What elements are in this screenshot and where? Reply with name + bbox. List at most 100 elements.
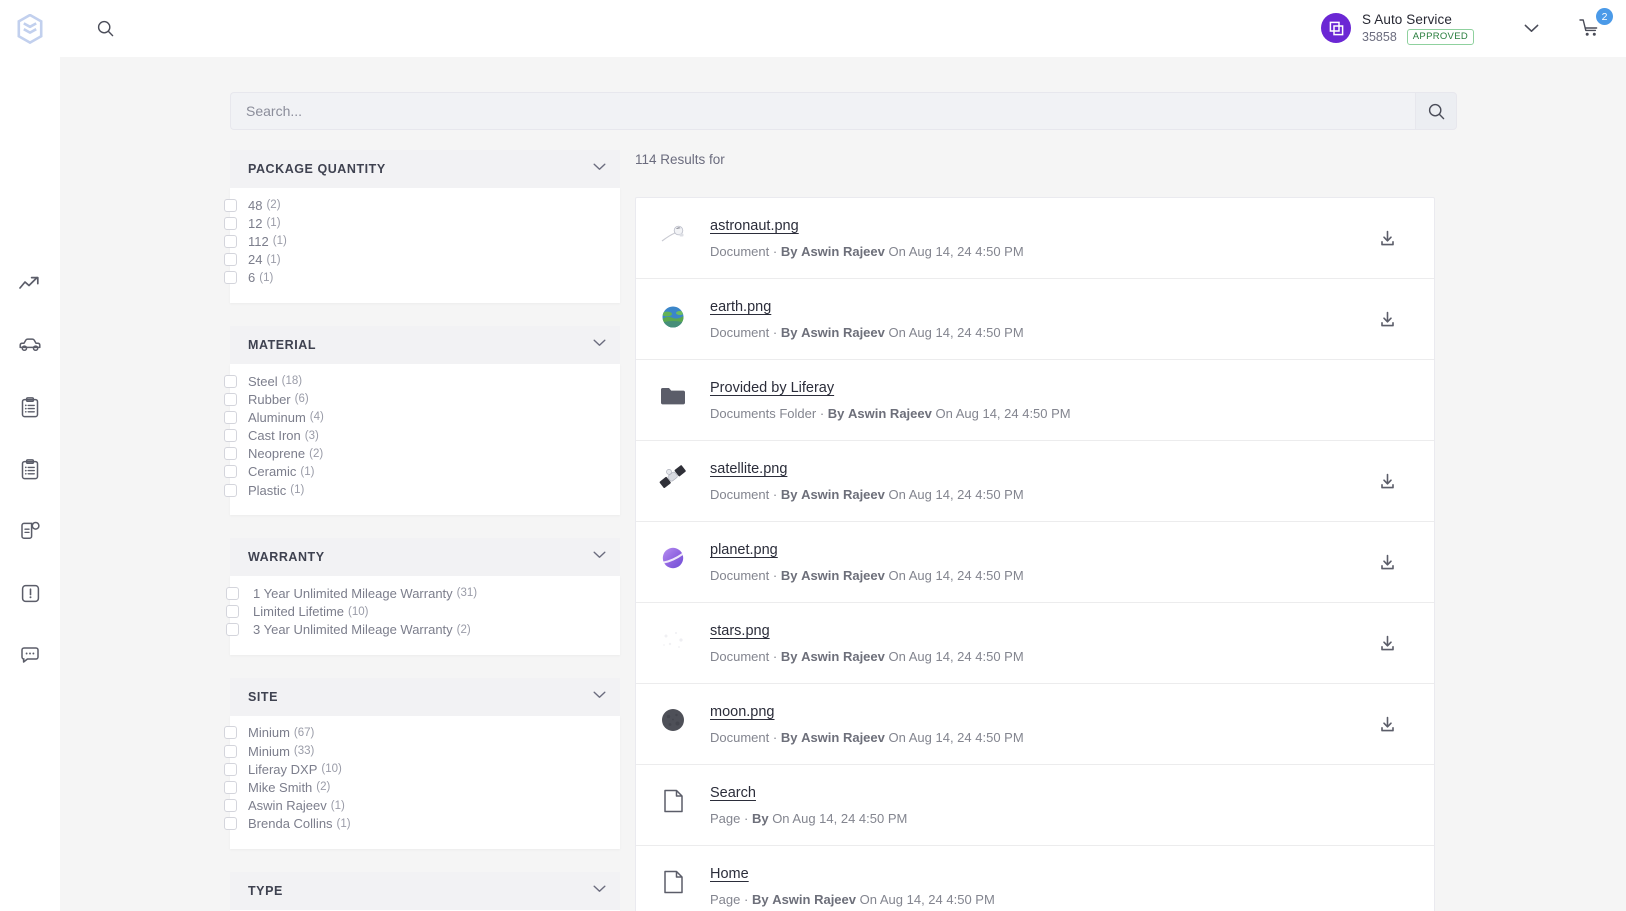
facet-option[interactable]: Limited Lifetime (10) [226,602,620,620]
sidebar-item-issues[interactable] [13,580,47,606]
result-item[interactable]: planet.png Document · By Aswin Rajeev On … [636,522,1434,603]
result-title-link[interactable]: Home [710,866,749,882]
facet-checkbox[interactable] [224,392,237,406]
sidebar-item-vehicles[interactable] [13,332,47,358]
download-button[interactable] [1376,551,1398,573]
facet-checkbox[interactable] [224,253,237,267]
download-button[interactable] [1376,308,1398,330]
search-input[interactable] [230,92,1415,130]
facet-header[interactable]: SITE [230,677,620,716]
facet-option[interactable]: Liferay DXP (10) [224,760,620,778]
facet-checkbox[interactable] [224,726,237,740]
facet-checkbox[interactable] [224,410,237,424]
facet-option[interactable]: Mike Smith (2) [224,778,620,796]
facet-option[interactable]: Ceramic (1) [224,463,620,481]
facet-option-count: (2) [316,781,331,794]
facet-option[interactable]: 12 (1) [224,214,620,232]
result-body: planet.png Document · By Aswin Rajeev On … [710,541,1434,583]
facet-checkbox[interactable] [224,465,237,479]
sidebar-item-analytics[interactable] [13,270,47,296]
facet-checkbox[interactable] [226,623,239,637]
facet-option[interactable]: 6 (1) [224,269,620,287]
facet-checkbox[interactable] [224,198,237,212]
result-item[interactable]: satellite.png Document · By Aswin Rajeev … [636,441,1434,522]
facet-header[interactable]: MATERIAL [230,325,620,364]
result-title-link[interactable]: moon.png [710,704,775,720]
facet-checkbox[interactable] [224,447,237,461]
search-icon [97,20,113,37]
facet-checkbox[interactable] [224,216,237,230]
account-selector[interactable]: S Auto Service 35858 APPROVED [1321,12,1474,46]
facet-option[interactable]: 1 Year Unlimited Mileage Warranty (31) [226,584,620,602]
result-title-link[interactable]: astronaut.png [710,218,799,234]
facet-checkbox[interactable] [224,234,237,248]
facet-option-label: Aluminum [248,409,306,425]
result-item[interactable]: stars.png Document · By Aswin Rajeev On A… [636,603,1434,684]
facet-option-label: Minium [248,743,290,759]
facet-header[interactable]: WARRANTY [230,538,620,577]
facet-checkbox[interactable] [224,429,237,443]
facet-checkbox[interactable] [224,271,237,285]
facet-option[interactable]: Minium (67) [224,724,620,742]
facet-option[interactable]: Minium (33) [224,742,620,760]
result-item[interactable]: astronaut.png Document · By Aswin Rajeev … [636,198,1434,279]
sidebar-item-messages[interactable] [13,642,47,668]
facet-option[interactable]: 48 (2) [224,196,620,214]
facet-option[interactable]: Steel (18) [224,372,620,390]
app-logo[interactable] [0,0,60,57]
download-button[interactable] [1376,470,1398,492]
facet-checkbox[interactable] [224,483,237,497]
sidebar-item-tickets[interactable] [13,518,47,544]
facet-option[interactable]: Plastic (1) [224,481,620,499]
facet-option[interactable]: 3 Year Unlimited Mileage Warranty (2) [226,621,620,639]
facet-header[interactable]: TYPE [230,871,620,910]
facet-option[interactable]: Rubber (6) [224,390,620,408]
download-button[interactable] [1376,227,1398,249]
result-item[interactable]: moon.png Document · By Aswin Rajeev On Au… [636,684,1434,765]
sidebar-item-quotes[interactable] [13,456,47,482]
facet-header[interactable]: PACKAGE QUANTITY [230,150,620,188]
result-meta: Documents Folder · By Aswin Rajeev On Au… [710,406,1071,421]
header-search-button[interactable] [88,12,122,46]
result-body: satellite.png Document · By Aswin Rajeev … [710,460,1434,502]
result-title-link[interactable]: Provided by Liferay [710,380,834,396]
facet-option[interactable]: Neoprene (2) [224,445,620,463]
facet-option-count: (1) [272,235,287,248]
facet-checkbox[interactable] [226,605,239,619]
facet-option[interactable]: 24 (1) [224,251,620,269]
result-title-link[interactable]: earth.png [710,299,771,315]
facet-checkbox[interactable] [224,762,237,776]
download-button[interactable] [1376,632,1398,654]
facet-checkbox[interactable] [226,586,239,600]
result-item[interactable]: earth.png Document · By Aswin Rajeev On A… [636,279,1434,360]
result-item[interactable]: Provided by Liferay Documents Folder · By… [636,360,1434,441]
facet-checkbox[interactable] [224,744,237,758]
result-thumbnail [636,703,710,735]
facet-option[interactable]: 112 (1) [224,232,620,250]
sidebar-item-orders[interactable] [13,394,47,420]
account-id: 35858 [1362,29,1397,44]
facet-option[interactable]: Aluminum (4) [224,408,620,426]
download-button[interactable] [1376,713,1398,735]
result-title-link[interactable]: Search [710,785,756,801]
result-title-link[interactable]: satellite.png [710,461,787,477]
facet-option[interactable]: Brenda Collins (1) [224,815,620,833]
facet-option-count: (1) [259,271,274,284]
result-title-link[interactable]: planet.png [710,542,778,558]
chevron-down-icon [593,339,606,346]
chevron-down-icon [593,551,606,559]
chat-bubble-icon [21,647,39,663]
search-submit-button[interactable] [1415,92,1457,130]
facet-checkbox[interactable] [224,780,237,794]
account-dropdown-toggle[interactable] [1518,15,1544,41]
facet-checkbox[interactable] [224,817,237,831]
result-item[interactable]: Search Page · By On Aug 14, 24 4:50 PM [636,765,1434,846]
facet-body: 1 Year Unlimited Mileage Warranty (31) Lim… [226,576,620,655]
result-title-link[interactable]: stars.png [710,623,770,639]
result-item[interactable]: Home Page · By Aswin Rajeev On Aug 14, 24… [636,846,1434,911]
facet-checkbox[interactable] [224,374,237,388]
facet-checkbox[interactable] [224,799,237,813]
facet-option[interactable]: Cast Iron (3) [224,427,620,445]
facet-option[interactable]: Aswin Rajeev (1) [224,797,620,815]
cart-button[interactable]: 2 [1574,8,1613,43]
